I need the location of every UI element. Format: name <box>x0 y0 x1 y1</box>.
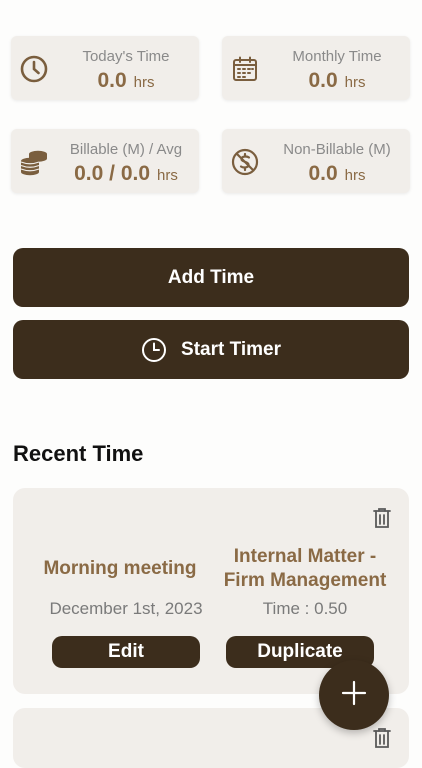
todays-time-value-row: 0.0 hrs <box>53 69 199 93</box>
monthly-time-label: Monthly Time <box>292 48 382 65</box>
non-billable-value-row: 0.0 hrs <box>264 162 410 186</box>
monthly-time-card: Monthly Time 0.0 hrs <box>222 36 410 100</box>
add-fab-button[interactable] <box>319 660 389 730</box>
todays-time-card: Today's Time 0.0 hrs <box>11 36 199 100</box>
entry-matter: Internal Matter - Firm Management <box>223 546 387 591</box>
delete-icon[interactable] <box>372 727 392 749</box>
no-dollar-icon <box>230 147 260 177</box>
plus-icon <box>341 680 367 711</box>
start-timer-button[interactable]: Start Timer <box>13 320 409 379</box>
edit-button[interactable]: Edit <box>52 636 200 668</box>
entry-time: Time : 0.50 <box>262 599 348 618</box>
todays-time-unit: hrs <box>133 74 155 91</box>
monthly-time-unit: hrs <box>344 74 366 91</box>
billable-card: Billable (M) / Avg 0.0 / 0.0 hrs <box>11 129 199 193</box>
non-billable-card: Non-Billable (M) 0.0 hrs <box>222 129 410 193</box>
entry-date: December 1st, 2023 <box>49 599 203 618</box>
monthly-time-value: 0.0 <box>308 69 338 92</box>
non-billable-unit: hrs <box>344 167 366 184</box>
todays-time-value: 0.0 <box>97 69 127 92</box>
clock-icon <box>19 54 49 84</box>
billable-value: 0.0 / 0.0 <box>74 162 151 185</box>
billable-label: Billable (M) / Avg <box>69 141 183 158</box>
billable-unit: hrs <box>157 167 178 184</box>
non-billable-value: 0.0 <box>308 162 338 185</box>
monthly-time-value-row: 0.0 hrs <box>264 69 410 93</box>
billable-value-row: 0.0 / 0.0 hrs <box>53 162 199 186</box>
timer-clock-icon <box>141 337 167 363</box>
coins-icon <box>19 147 49 177</box>
entry-description: Morning meeting <box>43 558 197 579</box>
start-timer-label: Start Timer <box>181 338 281 360</box>
add-time-button[interactable]: Add Time <box>13 248 409 307</box>
recent-time-title: Recent Time <box>13 441 144 466</box>
delete-icon[interactable] <box>372 507 392 529</box>
calendar-icon <box>230 54 260 84</box>
todays-time-label: Today's Time <box>82 48 170 65</box>
non-billable-label: Non-Billable (M) <box>283 141 391 158</box>
